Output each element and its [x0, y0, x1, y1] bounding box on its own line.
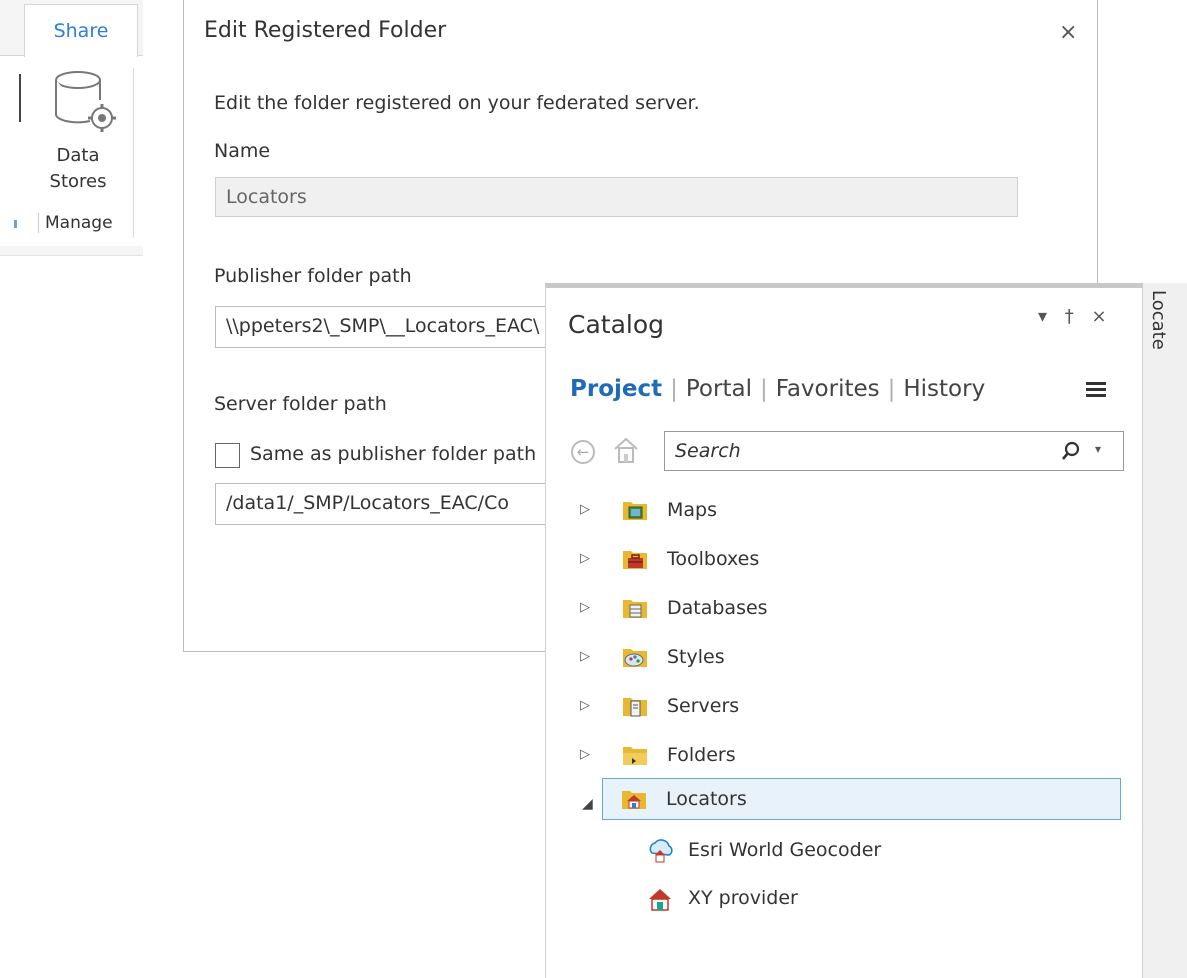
- locate-tab[interactable]: Locate: [1148, 290, 1169, 350]
- data-stores-label-line1: Data: [56, 145, 100, 166]
- servers-folder-icon: [623, 698, 647, 717]
- maps-folder-icon: [623, 502, 647, 520]
- tab-separator: |: [887, 376, 896, 402]
- name-label: Name: [214, 140, 271, 162]
- ribbon-group-label: Manage: [38, 213, 137, 233]
- tab-portal[interactable]: Portal: [686, 376, 752, 402]
- expand-icon[interactable]: ▷: [580, 649, 590, 664]
- expand-icon[interactable]: ▷: [580, 600, 590, 615]
- same-as-publisher-checkbox[interactable]: [215, 443, 240, 468]
- tree-item-databases[interactable]: ▷ Databases: [566, 588, 1126, 630]
- server-path-label: Server folder path: [214, 393, 387, 415]
- same-as-publisher-label[interactable]: Same as publisher folder path: [250, 443, 536, 465]
- expand-icon[interactable]: ▷: [580, 502, 590, 517]
- toolboxes-folder-icon: [623, 551, 647, 569]
- tree-item-label: XY provider: [688, 887, 798, 909]
- tree-item-folders[interactable]: ▷ Folders: [566, 735, 1126, 777]
- search-icon[interactable]: [1060, 440, 1082, 462]
- world-geocoder-icon: [649, 839, 673, 863]
- close-icon[interactable]: ×: [1059, 20, 1077, 45]
- server-path-field[interactable]: /data1/_SMP/Locators_EAC/Co: [215, 483, 595, 525]
- publisher-path-field[interactable]: \\ppeters2\_SMP\__Locators_EAC\: [215, 306, 595, 348]
- tree-item-label: Maps: [667, 499, 717, 521]
- data-stores-label-line2: Stores: [49, 171, 107, 192]
- tab-favorites[interactable]: Favorites: [776, 376, 880, 402]
- expand-icon[interactable]: ▷: [580, 551, 590, 566]
- ribbon-group-marker: [14, 220, 17, 228]
- tree-item-label: Esri World Geocoder: [688, 839, 882, 861]
- search-input[interactable]: Search: [675, 440, 741, 462]
- styles-folder-icon: [623, 649, 647, 667]
- tree-item-maps[interactable]: ▷ Maps: [566, 490, 1126, 532]
- expand-icon[interactable]: ▷: [580, 698, 590, 713]
- tree-item-locators[interactable]: Locators: [602, 778, 1121, 820]
- expand-icon[interactable]: ▷: [580, 747, 590, 762]
- ribbon-edge: [19, 74, 21, 122]
- tree-item-servers[interactable]: ▷ Servers: [566, 686, 1126, 728]
- tree-item-label: Locators: [666, 788, 747, 810]
- tree-item-label: Servers: [667, 695, 740, 717]
- tree-item-toolboxes[interactable]: ▷ Toolboxes: [566, 539, 1126, 581]
- collapse-icon[interactable]: ◢: [582, 796, 593, 812]
- locators-folder-icon: [622, 791, 646, 809]
- home-icon[interactable]: [613, 436, 639, 464]
- xy-provider-icon: [649, 889, 671, 911]
- name-field: Locators: [215, 177, 1018, 217]
- tab-project[interactable]: Project: [570, 376, 662, 402]
- tab-separator: |: [759, 376, 768, 402]
- search-box[interactable]: Search ▾: [664, 431, 1124, 471]
- chevron-down-icon[interactable]: ▾: [1095, 442, 1101, 456]
- dialog-title: Edit Registered Folder: [204, 18, 447, 43]
- tab-share[interactable]: Share: [24, 4, 138, 57]
- databases-folder-icon: [623, 600, 647, 618]
- pane-controls[interactable]: ▾ † ×: [1038, 306, 1113, 327]
- tree-item-label: Styles: [667, 646, 725, 668]
- tree-item-label: Toolboxes: [667, 548, 760, 570]
- tab-separator: |: [670, 376, 678, 402]
- publisher-path-label: Publisher folder path: [214, 265, 412, 287]
- dialog-description: Edit the folder registered on your feder…: [214, 92, 700, 114]
- back-icon[interactable]: ←: [571, 440, 595, 464]
- tab-history[interactable]: History: [903, 376, 985, 402]
- tree-item-label: Folders: [667, 744, 736, 766]
- data-stores-icon[interactable]: [50, 68, 120, 134]
- locate-side-strip: [1143, 283, 1187, 978]
- tree-item-styles[interactable]: ▷ Styles: [566, 637, 1126, 679]
- tree-item-label: Databases: [667, 597, 768, 619]
- catalog-tabs: Project | Portal | Favorites | History: [570, 376, 985, 402]
- catalog-pane: Catalog ▾ † × Project | Portal | Favorites | H…: [545, 283, 1143, 978]
- folders-folder-icon: [623, 747, 647, 765]
- menu-icon[interactable]: [1086, 382, 1106, 398]
- data-stores-button[interactable]: Data Stores: [38, 143, 118, 195]
- catalog-title: Catalog: [568, 310, 665, 339]
